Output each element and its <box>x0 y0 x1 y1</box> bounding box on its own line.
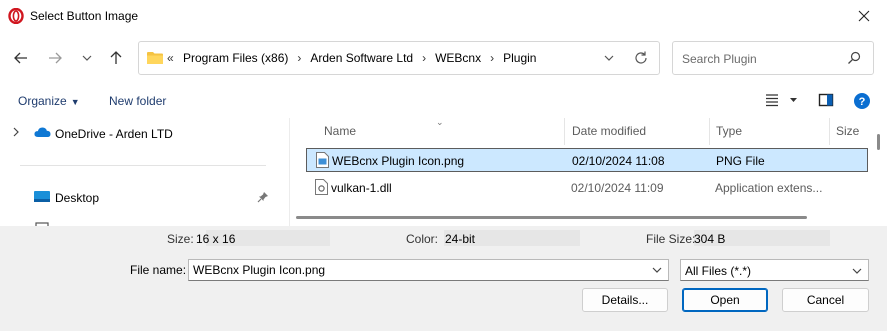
preview-pane-button[interactable] <box>818 92 834 111</box>
chevron-down-icon <box>82 55 92 61</box>
nav-item-partial[interactable] <box>0 215 278 226</box>
arrow-right-icon <box>49 52 62 64</box>
close-icon <box>858 10 870 22</box>
file-row[interactable]: WEBcnx Plugin Icon.png 02/10/2024 11:08 … <box>306 148 868 172</box>
organize-label: Organize <box>18 94 67 108</box>
chevron-down-icon: ▼ <box>70 97 80 107</box>
vertical-scrollbar-thumb[interactable] <box>877 134 880 150</box>
breadcrumb-separator-icon[interactable]: › <box>422 51 426 65</box>
organize-button[interactable]: Organize ▼ <box>18 94 80 108</box>
chevron-down-icon <box>852 268 862 274</box>
file-type-filter-select[interactable]: All Files (*.*) <box>680 259 869 281</box>
command-bar: Organize ▼ New folder ? <box>0 84 887 118</box>
file-type-filter-value: All Files (*.*) <box>685 264 752 278</box>
nav-item-onedrive[interactable]: OneDrive - Arden LTD <box>0 119 278 147</box>
file-name: vulkan-1.dll <box>331 181 392 195</box>
forward-button[interactable] <box>44 47 66 69</box>
svg-text:?: ? <box>859 96 866 108</box>
arrow-left-icon <box>14 52 27 64</box>
change-view-button[interactable] <box>765 92 799 111</box>
cancel-button[interactable]: Cancel <box>782 288 869 312</box>
file-type: Application extens... <box>715 181 823 195</box>
file-date: 02/10/2024 11:08 <box>572 154 665 168</box>
close-button[interactable] <box>841 0 887 32</box>
breadcrumb-item[interactable]: Arden Software Ltd <box>310 51 413 65</box>
help-button[interactable]: ? <box>853 92 871 113</box>
column-separator[interactable] <box>709 118 710 145</box>
breadcrumb: Program Files (x86) › Arden Software Ltd… <box>183 51 536 65</box>
navigation-bar: « Program Files (x86) › Arden Software L… <box>0 32 887 84</box>
nav-item-label: OneDrive - Arden LTD <box>55 127 173 141</box>
cloud-icon <box>34 127 51 137</box>
size-label: Size: <box>167 232 194 246</box>
color-value: 24-bit <box>445 232 476 246</box>
breadcrumb-item[interactable]: Program Files (x86) <box>183 51 288 65</box>
file-name-input[interactable] <box>188 259 669 281</box>
size-value: 16 x 16 <box>196 232 236 246</box>
search-input[interactable]: Search Plugin <box>682 52 757 66</box>
up-button[interactable] <box>105 47 127 69</box>
vertical-scrollbar[interactable] <box>870 118 887 226</box>
desktop-icon <box>34 191 50 202</box>
file-row[interactable]: vulkan-1.dll 02/10/2024 11:09 Applicatio… <box>306 176 868 200</box>
dialog-footer: File name: All Files (*.*) Details... Op… <box>0 250 887 331</box>
file-type: PNG File <box>716 154 765 168</box>
image-details-bar: Size: 16 x 16 Color: 24-bit File Size: 3… <box>0 226 887 250</box>
file-name: WEBcnx Plugin Icon.png <box>332 154 465 168</box>
dll-file-icon <box>315 179 328 195</box>
navigation-pane: OneDrive - Arden LTD Desktop <box>0 118 278 226</box>
column-header-type[interactable]: Type <box>716 124 742 138</box>
filesize-value: 304 B <box>694 232 726 246</box>
column-header-date[interactable]: Date modified <box>572 124 646 138</box>
png-file-icon <box>316 152 329 168</box>
breadcrumb-separator-icon[interactable]: › <box>297 51 301 65</box>
content-area: OneDrive - Arden LTD Desktop ⌄ Name Date… <box>0 118 887 226</box>
help-icon: ? <box>854 93 870 109</box>
back-button[interactable] <box>10 47 32 69</box>
file-date: 02/10/2024 11:09 <box>571 181 664 195</box>
title-bar: Select Button Image <box>0 0 887 32</box>
pin-icon[interactable] <box>257 191 269 203</box>
sort-indicator-icon: ⌄ <box>436 118 444 127</box>
address-bar[interactable]: « Program Files (x86) › Arden Software L… <box>138 41 660 75</box>
window-title: Select Button Image <box>30 9 139 23</box>
nav-divider <box>20 165 266 166</box>
search-box[interactable]: Search Plugin <box>672 41 874 75</box>
opera-logo-icon <box>8 8 24 24</box>
arrow-up-icon <box>110 51 122 64</box>
open-button[interactable]: Open <box>682 288 768 312</box>
column-separator[interactable] <box>564 118 565 145</box>
nav-item-desktop[interactable]: Desktop <box>0 183 278 211</box>
nav-item-label: Desktop <box>55 191 100 205</box>
view-list-icon <box>766 94 797 107</box>
search-icon <box>848 51 861 64</box>
refresh-icon[interactable] <box>633 50 649 66</box>
breadcrumb-item[interactable]: WEBcnx <box>435 51 481 65</box>
preview-pane-icon <box>818 93 834 107</box>
breadcrumb-separator-icon[interactable]: › <box>490 51 494 65</box>
new-folder-button[interactable]: New folder <box>109 94 166 108</box>
details-button[interactable]: Details... <box>582 288 668 312</box>
breadcrumb-item[interactable]: Plugin <box>503 51 536 65</box>
address-history-chevron-icon[interactable] <box>603 52 615 64</box>
column-separator[interactable] <box>829 118 830 145</box>
column-header-size[interactable]: Size <box>836 124 859 138</box>
folder-icon <box>147 52 163 64</box>
column-header-row: ⌄ Name Date modified Type Size <box>290 118 870 145</box>
address-overflow[interactable]: « <box>167 51 174 65</box>
recent-locations-button[interactable] <box>76 47 98 69</box>
file-list: ⌄ Name Date modified Type Size WEBcnx Pl… <box>290 118 887 226</box>
chevron-right-icon[interactable] <box>11 126 21 138</box>
filesize-label: File Size: <box>646 232 696 246</box>
file-name-history-chevron-icon[interactable] <box>651 265 663 275</box>
color-label: Color: <box>406 232 439 246</box>
horizontal-scrollbar-thumb[interactable] <box>296 216 807 219</box>
file-name-label: File name: <box>130 263 187 277</box>
column-header-name[interactable]: Name <box>324 124 356 138</box>
